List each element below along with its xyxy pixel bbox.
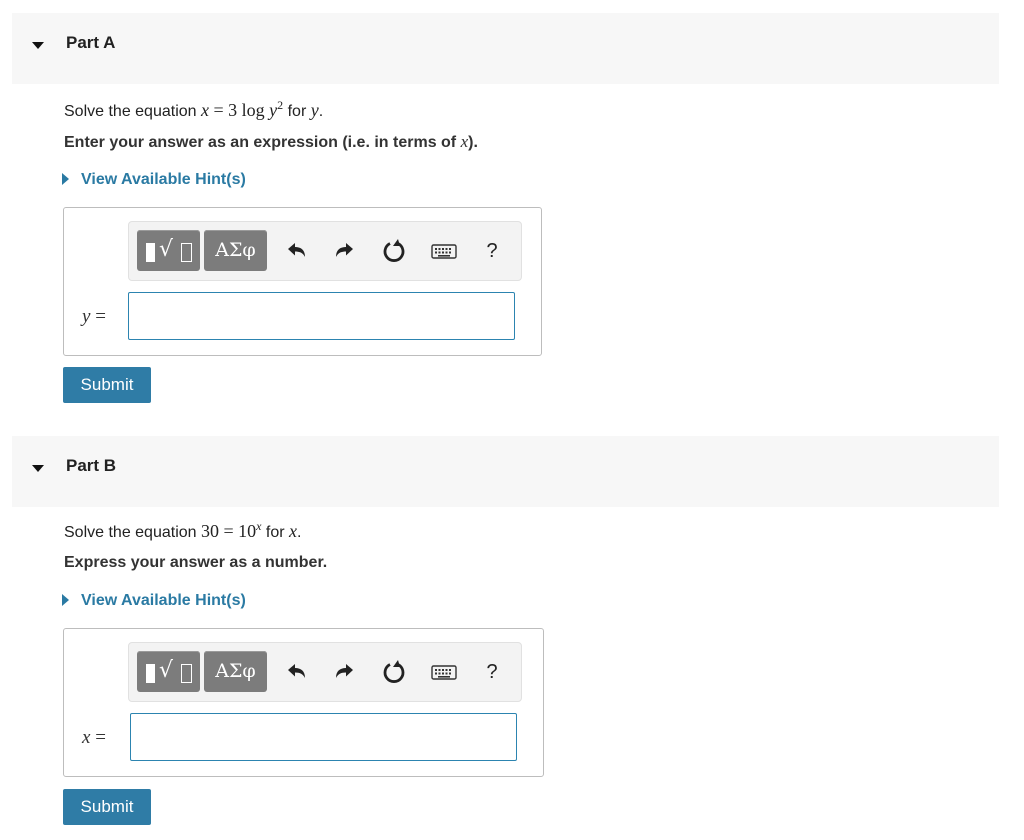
answer-variable-label: x = <box>82 727 106 748</box>
undo-icon[interactable] <box>281 236 311 266</box>
collapse-caret-icon[interactable] <box>32 465 44 472</box>
templates-button[interactable]: √ <box>137 230 200 271</box>
part-a-hint-link[interactable]: View Available Hint(s) <box>62 171 246 189</box>
part-a-answer-box: √ ΑΣφ ? y = <box>63 207 542 356</box>
part-a-title: Part A <box>66 33 116 52</box>
keyboard-icon[interactable] <box>429 657 459 687</box>
greek-letters-button[interactable]: ΑΣφ <box>204 651 267 692</box>
part-b-hint-link[interactable]: View Available Hint(s) <box>62 592 246 610</box>
templates-icon <box>146 664 155 683</box>
math-toolbar: √ ΑΣφ ? <box>128 221 522 281</box>
answer-input[interactable] <box>128 292 515 340</box>
undo-icon[interactable] <box>281 657 311 687</box>
part-b-submit-button[interactable]: Submit <box>63 789 151 825</box>
expand-triangle-icon <box>62 594 69 606</box>
templates-icon <box>146 243 155 262</box>
math-toolbar: √ ΑΣφ ? <box>128 642 522 702</box>
collapse-caret-icon[interactable] <box>32 42 44 49</box>
reset-icon[interactable] <box>379 657 409 687</box>
part-a-question: Solve the equation x = 3 log y2 for y. <box>64 98 324 120</box>
part-b-equation: 30 = 10x <box>201 519 262 541</box>
part-a-header[interactable]: Part A <box>12 13 999 84</box>
keyboard-icon[interactable] <box>429 236 459 266</box>
expand-triangle-icon <box>62 173 69 185</box>
answer-variable-label: y = <box>82 306 106 327</box>
templates-button[interactable]: √ <box>137 651 200 692</box>
part-a-instruction: Enter your answer as an expression (i.e.… <box>64 132 478 151</box>
greek-letters-button[interactable]: ΑΣφ <box>204 230 267 271</box>
part-b-title: Part B <box>66 456 117 475</box>
part-b-answer-box: √ ΑΣφ ? x = <box>63 628 544 777</box>
part-a-submit-button[interactable]: Submit <box>63 367 151 403</box>
redo-icon[interactable] <box>330 236 360 266</box>
part-b-header[interactable]: Part B <box>12 436 999 507</box>
answer-input[interactable] <box>130 713 517 761</box>
help-icon[interactable]: ? <box>477 657 507 687</box>
part-b-instruction: Express your answer as a number. <box>64 554 328 571</box>
help-icon[interactable]: ? <box>477 236 507 266</box>
redo-icon[interactable] <box>330 657 360 687</box>
part-a-equation: x = 3 log y2 <box>201 98 284 120</box>
part-b-question: Solve the equation 30 = 10x for x. <box>64 519 302 541</box>
reset-icon[interactable] <box>379 236 409 266</box>
